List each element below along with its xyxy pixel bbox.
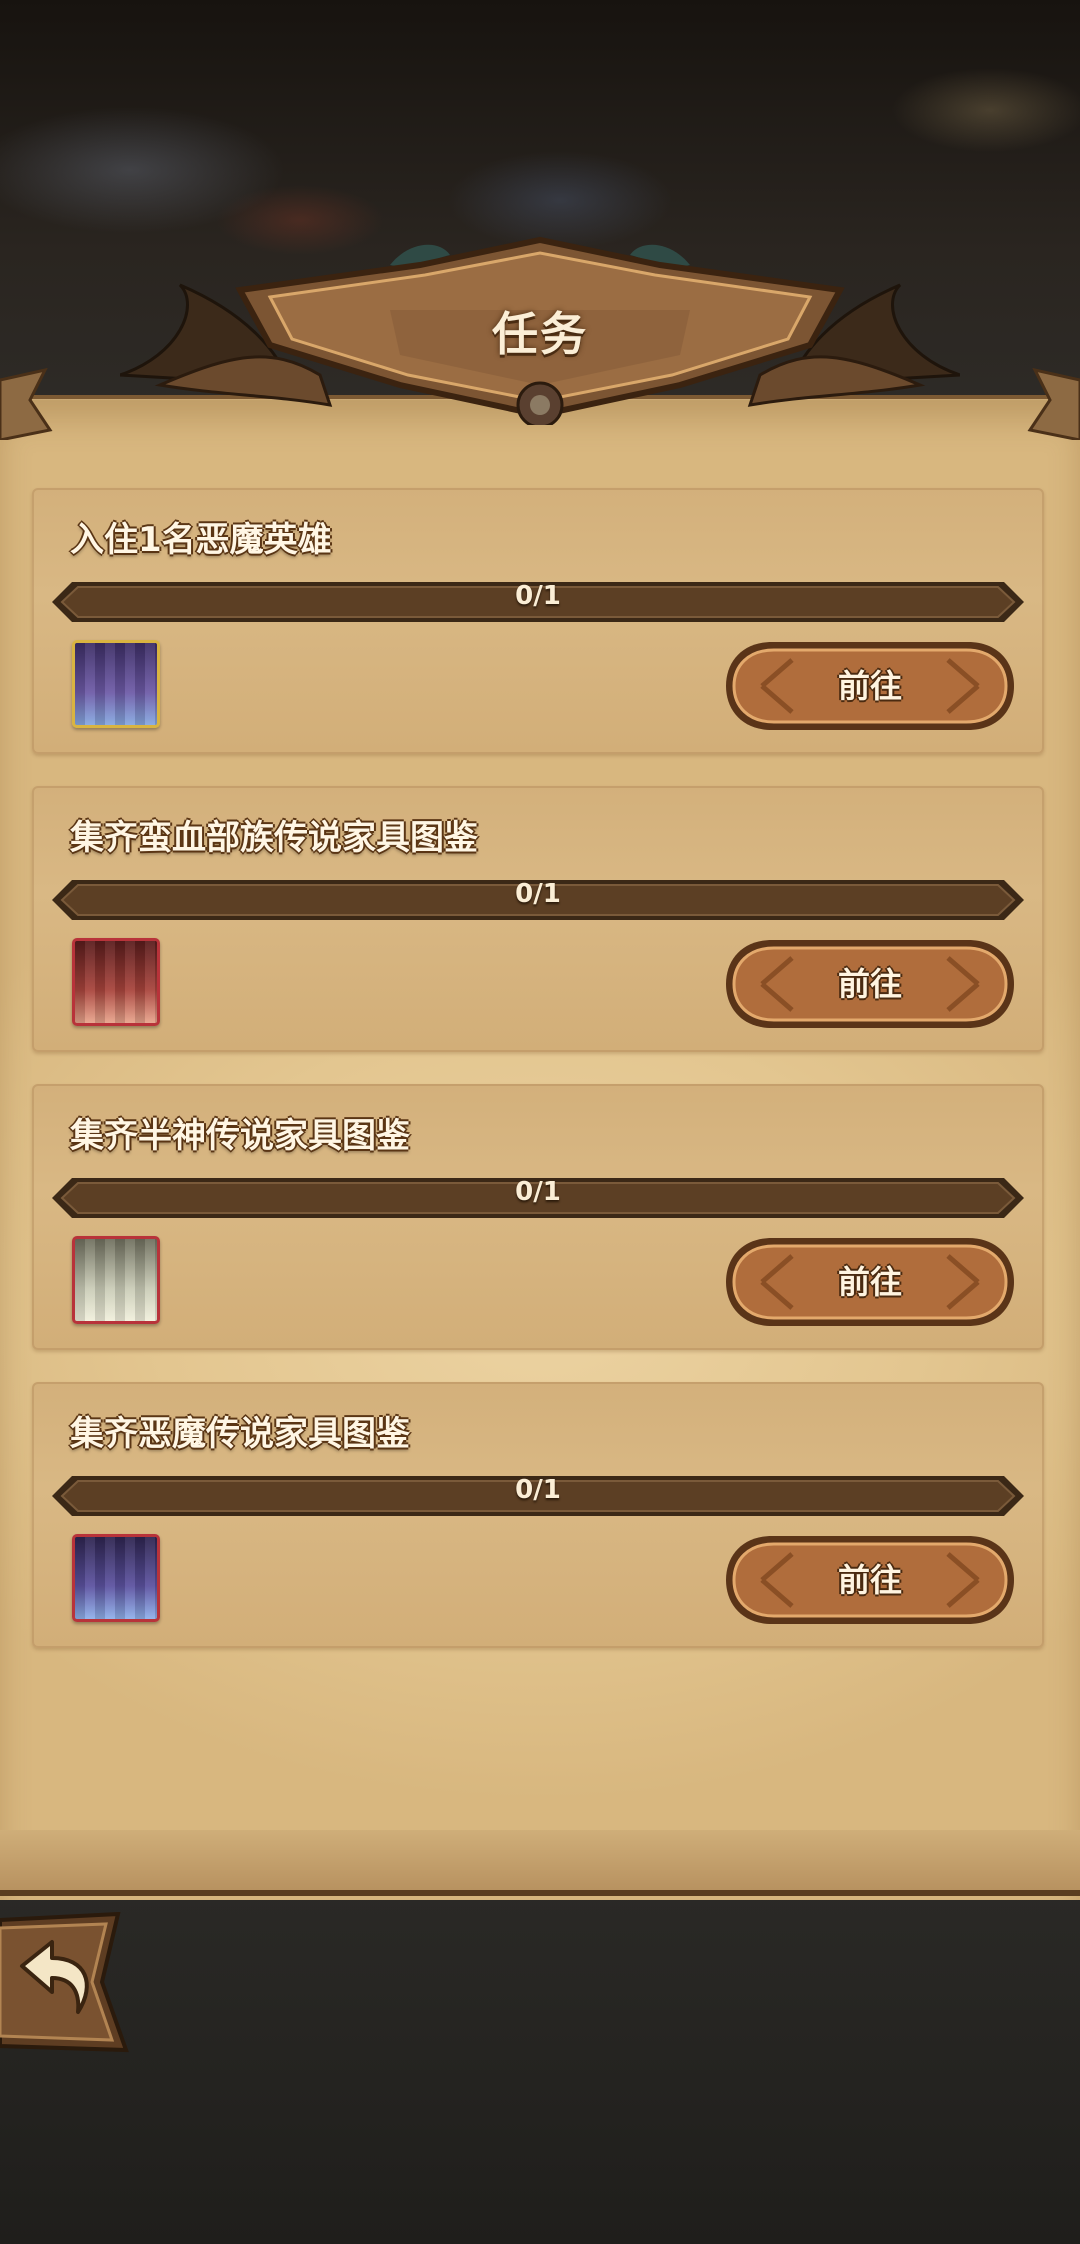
back-button[interactable] <box>0 1912 136 2054</box>
go-button-label: 前往 <box>837 1561 902 1599</box>
task-title: 集齐半神传说家具图鉴 <box>70 1116 410 1156</box>
panel-bottom-edge <box>0 1830 1080 1896</box>
task-card: 集齐恶魔传说家具图鉴 0/1 前往 <box>32 1382 1044 1648</box>
progress-text: 0/1 <box>515 1177 561 1207</box>
go-button-label: 前往 <box>837 1263 902 1301</box>
progress-text: 0/1 <box>515 581 561 611</box>
go-button-label: 前往 <box>837 667 902 705</box>
demon-hero-portrait-icon[interactable] <box>72 640 160 728</box>
task-title: 入住1名恶魔英雄 <box>70 520 332 560</box>
go-button-label: 前往 <box>837 965 902 1003</box>
task-card: 集齐半神传说家具图鉴 0/1 前往 <box>32 1084 1044 1350</box>
progress-text: 0/1 <box>515 879 561 909</box>
right-corner-ornament <box>1027 367 1080 440</box>
barbarian-furniture-icon[interactable] <box>72 938 160 1026</box>
blurred-game-background-bottom <box>0 1890 1080 2244</box>
progress-text: 0/1 <box>515 1475 561 1505</box>
left-corner-ornament <box>0 367 53 440</box>
task-title: 集齐蛮血部族传说家具图鉴 <box>70 818 478 858</box>
demigod-furniture-icon[interactable] <box>72 1236 160 1324</box>
page-title: 任务 <box>492 307 588 361</box>
task-card: 集齐蛮血部族传说家具图鉴 0/1 前往 <box>32 786 1044 1052</box>
task-card: 入住1名恶魔英雄 0/1 前往 <box>32 488 1044 754</box>
task-title: 集齐恶魔传说家具图鉴 <box>70 1414 410 1454</box>
demon-furniture-icon[interactable] <box>72 1534 160 1622</box>
